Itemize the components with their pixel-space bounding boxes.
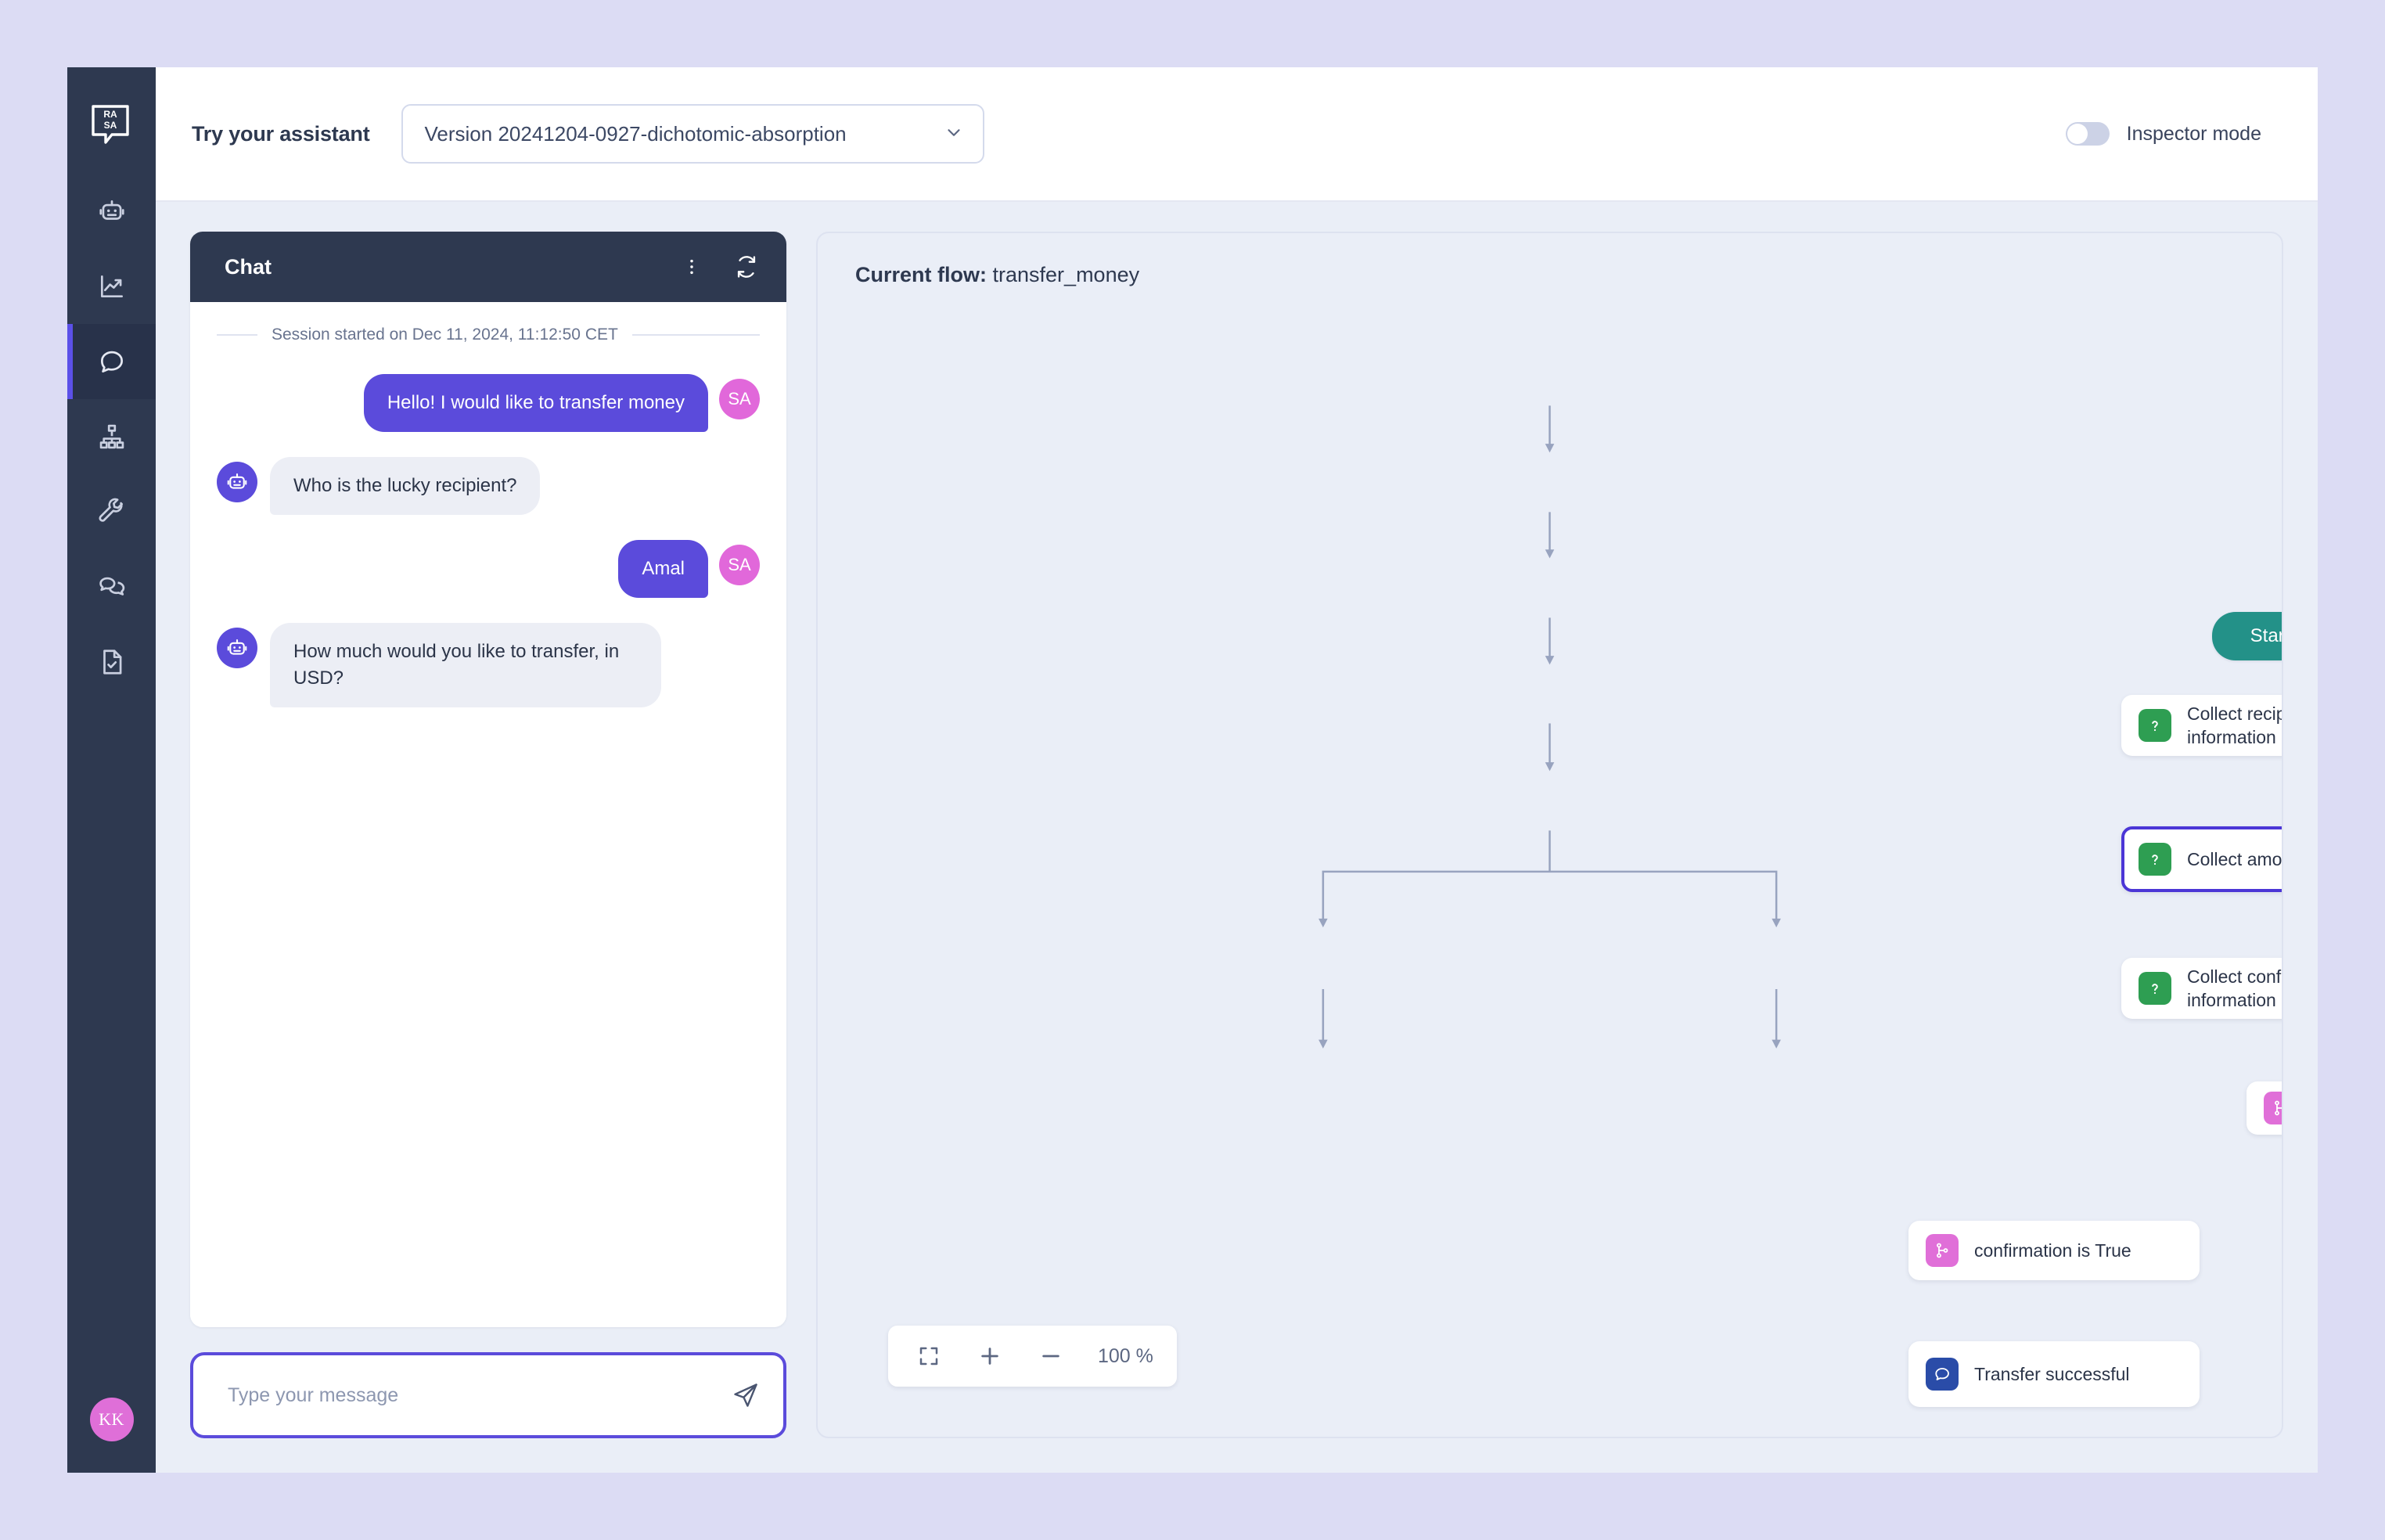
content-area: Chat Session started on Dec 11, 2024, 11… [156, 202, 2318, 1473]
divider-line-right [631, 334, 760, 336]
flow-node-start[interactable]: Start [2212, 612, 2282, 660]
message-bubble: Amal [618, 540, 708, 599]
zoom-controls: 100 % [888, 1326, 1177, 1387]
message-bubble: Who is the lucky recipient? [270, 457, 541, 516]
message-bubble: How much would you like to transfer, in … [270, 623, 661, 708]
chat-message-user: Amal SA [217, 540, 760, 599]
svg-text:RA: RA [103, 109, 117, 120]
minus-icon[interactable] [1034, 1339, 1068, 1373]
chat-bubble-icon [97, 347, 127, 376]
flow-node-label: Collect recipient information [2187, 703, 2282, 747]
question-mark-icon [2139, 972, 2171, 1005]
session-divider: Session started on Dec 11, 2024, 11:12:5… [217, 326, 760, 344]
toggle-knob [2067, 124, 2088, 144]
chat-message-bot: How much would you like to transfer, in … [217, 623, 760, 708]
chat-title: Chat [225, 254, 272, 279]
flow-node-label: Collect amount information [2187, 848, 2282, 869]
sidebar-item-conversation[interactable] [67, 324, 156, 399]
chat-card: Chat Session started on Dec 11, 2024, 11… [190, 232, 786, 1327]
chat-messages: Session started on Dec 11, 2024, 11:12:5… [190, 302, 786, 1327]
session-started-text: Session started on Dec 11, 2024, 11:12:5… [272, 326, 618, 344]
avatar [217, 628, 257, 669]
sidebar-item-analytics[interactable] [67, 249, 156, 324]
flow-node-label: Transfer successful [1974, 1363, 2130, 1384]
flow-node-if[interactable]: If... [2247, 1081, 2282, 1135]
fit-to-screen-icon[interactable] [912, 1339, 946, 1373]
page-title: Try your assistant [192, 121, 370, 146]
flow-canvas-panel: Current flow: transfer_money Sta Collect… [816, 232, 2283, 1438]
send-paper-plane-icon[interactable] [732, 1381, 760, 1409]
question-mark-icon [2139, 709, 2171, 742]
plus-icon[interactable] [973, 1339, 1007, 1373]
inspector-mode-label: Inspector mode [2126, 122, 2261, 145]
flow-node-collect-recipient[interactable]: Collect recipient information [2121, 695, 2282, 756]
rasa-logo[interactable]: RA SA [67, 88, 156, 166]
branch-icon [1926, 1234, 1959, 1267]
chat-message-user: Hello! I would like to transfer money SA [217, 374, 760, 433]
flow-node-label: Collect confirmation information [2187, 966, 2282, 1010]
chat-bubbles-icon [97, 572, 127, 602]
document-check-icon [97, 647, 127, 677]
svg-text:SA: SA [103, 120, 117, 131]
avatar [217, 462, 257, 503]
divider-line-left [217, 334, 257, 336]
robot-icon [97, 196, 127, 226]
message-composer[interactable] [190, 1352, 786, 1438]
message-bubble: Hello! I would like to transfer money [363, 374, 708, 433]
flow-canvas[interactable]: Start Collect recipient information [818, 233, 2282, 1437]
flow-node-collect-confirmation[interactable]: Collect confirmation information [2121, 958, 2282, 1019]
main-area: Try your assistant Version 20241204-0927… [156, 67, 2318, 1473]
left-sidebar: RA SA KK [67, 67, 156, 1473]
speech-bubble-icon [1926, 1358, 1959, 1391]
sidebar-item-tests[interactable] [67, 624, 156, 700]
sitemap-icon [97, 422, 127, 452]
chat-panel: Chat Session started on Dec 11, 2024, 11… [190, 232, 786, 1438]
flow-node-label: confirmation is True [1974, 1240, 2131, 1261]
version-select[interactable]: Version 20241204-0927-dichotomic-absorpt… [401, 104, 984, 164]
wrench-icon [97, 497, 127, 527]
top-bar: Try your assistant Version 20241204-0927… [156, 67, 2318, 202]
avatar: SA [719, 379, 760, 419]
inspector-mode-control[interactable]: Inspector mode [2065, 122, 2261, 146]
sidebar-item-conversations[interactable] [67, 549, 156, 624]
flow-node-label: Start [2250, 625, 2282, 646]
sidebar-item-assistant[interactable] [67, 174, 156, 249]
avatar: SA [719, 545, 760, 586]
chevron-down-icon [944, 122, 964, 146]
user-avatar[interactable]: KK [89, 1398, 134, 1441]
sidebar-item-flows[interactable] [67, 399, 156, 474]
inspector-mode-toggle[interactable] [2065, 122, 2110, 146]
sidebar-nav [67, 174, 156, 700]
sidebar-item-tools[interactable] [67, 474, 156, 549]
flow-node-branch-true[interactable]: confirmation is True [1908, 1221, 2200, 1280]
refresh-icon[interactable] [733, 254, 760, 280]
flow-node-collect-amount[interactable]: Collect amount information [2121, 826, 2282, 892]
kebab-menu-icon[interactable] [682, 257, 702, 277]
chat-header-actions [682, 254, 760, 280]
chat-message-bot: Who is the lucky recipient? [217, 457, 760, 516]
version-select-value: Version 20241204-0927-dichotomic-absorpt… [424, 121, 847, 146]
branch-icon [2264, 1092, 2282, 1124]
flow-node-transfer-successful[interactable]: Transfer successful [1908, 1341, 2200, 1407]
chat-header: Chat [190, 232, 786, 302]
analytics-chart-icon [97, 272, 127, 301]
message-input[interactable] [228, 1383, 732, 1407]
app-window: RA SA KK Try your assistant Version 2024… [67, 67, 2318, 1473]
question-mark-icon [2139, 843, 2171, 876]
zoom-level-label: 100 % [1098, 1344, 1153, 1367]
